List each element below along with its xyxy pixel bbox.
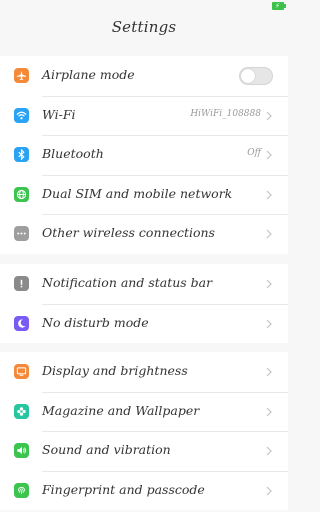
chevron-right-icon: [266, 111, 272, 120]
wifi-network-name: HiWiFi_108888: [190, 108, 261, 119]
settings-group-notifications: Notification and status bar No disturb m…: [0, 264, 288, 343]
page-title: Settings: [111, 18, 177, 36]
display-icon: [14, 364, 29, 379]
settings-row-label: Notification and status bar: [42, 275, 213, 290]
settings-row-label: Bluetooth: [42, 146, 104, 161]
notification-icon: [14, 276, 29, 291]
bluetooth-icon: [14, 147, 29, 162]
globe-icon: [14, 186, 29, 202]
settings-row-label: Wi-Fi: [42, 106, 76, 122]
chevron-right-icon: [266, 190, 272, 199]
status-bar: ⚡: [0, 0, 288, 14]
chevron-right-icon: [266, 367, 272, 377]
settings-row-label: Sound and vibration: [42, 442, 171, 457]
flower-icon: [14, 403, 29, 419]
settings-group-device: Display and brightness Magazine and Wall…: [0, 352, 288, 510]
chevron-right-icon: [266, 150, 272, 160]
settings-row-display[interactable]: Display and brightness: [0, 352, 288, 392]
settings-row-label: No disturb mode: [42, 314, 149, 330]
bluetooth-status: Off: [247, 148, 261, 158]
settings-row-fingerprint-passcode[interactable]: Fingerprint and passcode: [0, 470, 288, 511]
settings-row-label: Fingerprint and passcode: [42, 481, 205, 497]
battery-charging-icon: ⚡: [272, 2, 286, 10]
airplane-mode-toggle[interactable]: [239, 67, 273, 85]
settings-row-dual-sim[interactable]: Dual SIM and mobile network: [0, 174, 288, 215]
settings-row-magazine-wallpaper[interactable]: Magazine and Wallpaper: [0, 391, 288, 432]
chevron-right-icon: [266, 446, 272, 456]
settings-row-label: Magazine and Wallpaper: [42, 402, 200, 418]
settings-row-label: Dual SIM and mobile network: [42, 185, 233, 201]
settings-row-notification[interactable]: Notification and status bar: [0, 264, 288, 304]
settings-row-label: Display and brightness: [42, 363, 188, 378]
wifi-icon: [14, 107, 29, 123]
chevron-right-icon: [266, 486, 272, 495]
settings-row-bluetooth[interactable]: Bluetooth Off: [0, 135, 288, 175]
settings-row-no-disturb[interactable]: No disturb mode: [0, 303, 288, 344]
settings-group-connectivity: Airplane mode Wi-Fi HiWiFi_108888 Blueto…: [0, 56, 288, 254]
settings-row-sound-vibration[interactable]: Sound and vibration: [0, 431, 288, 471]
chevron-right-icon: [266, 229, 272, 239]
chevron-right-icon: [266, 279, 272, 289]
chevron-right-icon: [266, 319, 272, 328]
settings-row-label: Other wireless connections: [42, 225, 215, 240]
more-icon: [14, 226, 29, 241]
speaker-icon: [14, 443, 29, 458]
moon-icon: [14, 315, 29, 331]
chevron-right-icon: [266, 407, 272, 416]
fingerprint-icon: [14, 482, 29, 498]
settings-row-airplane-mode[interactable]: Airplane mode: [0, 56, 288, 96]
airplane-icon: [14, 68, 29, 83]
settings-row-label: Airplane mode: [42, 67, 135, 82]
settings-row-wifi[interactable]: Wi-Fi HiWiFi_108888: [0, 95, 288, 136]
settings-row-other-wireless[interactable]: Other wireless connections: [0, 214, 288, 254]
